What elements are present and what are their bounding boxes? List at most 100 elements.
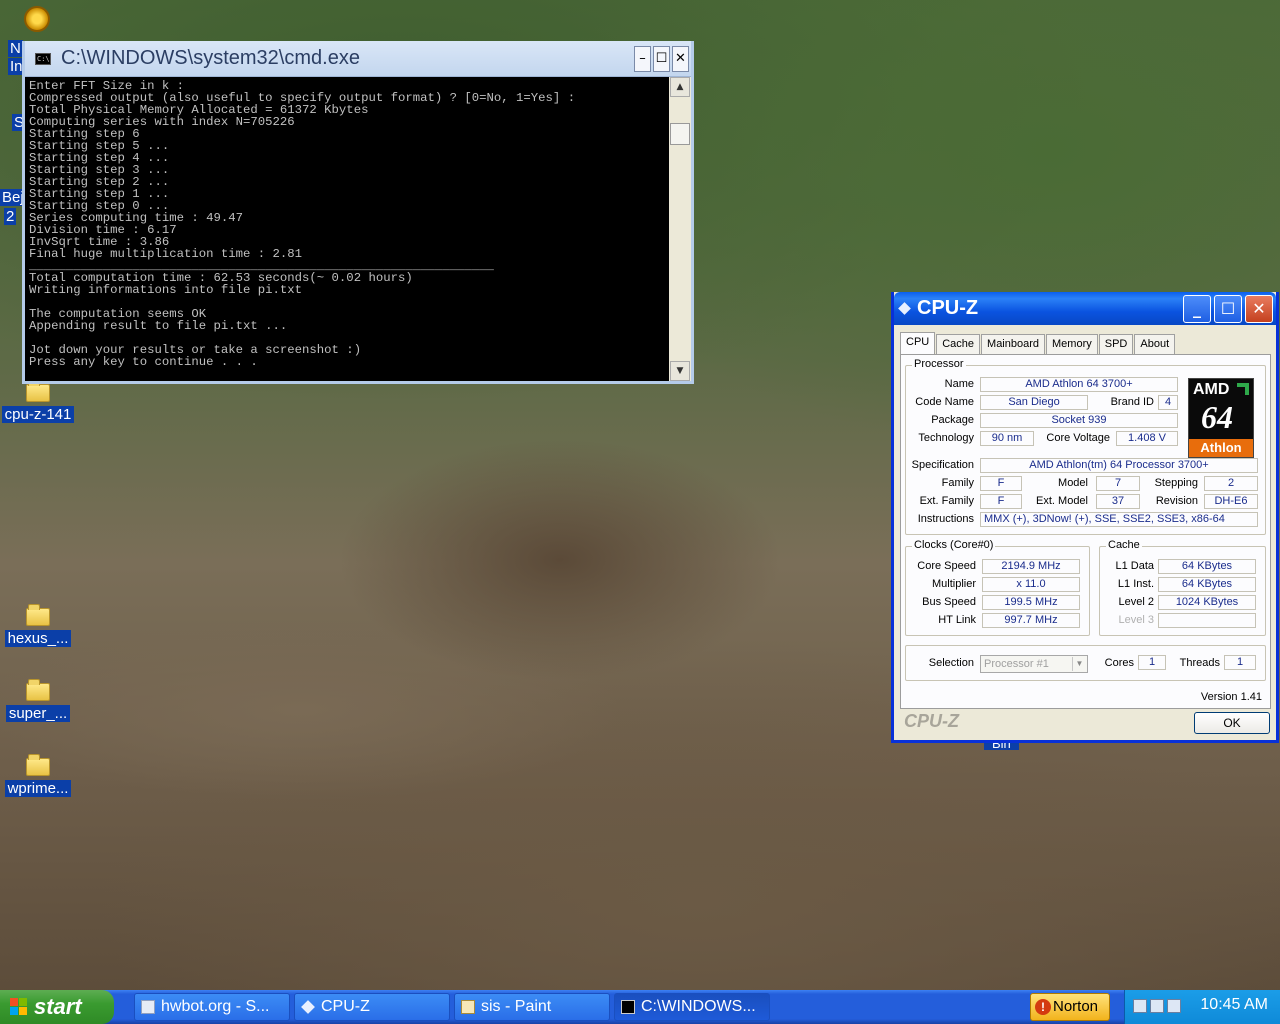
busspeed-label: Bus Speed [922,596,976,608]
console-line: Appending result to file pi.txt ... [29,319,288,333]
window-title: C:\WINDOWS\system32\cmd.exe [61,47,360,69]
cmd-icon[interactable]: C:\ [35,52,51,65]
extmodel-label: Ext. Model [1036,495,1088,507]
tab-mainboard[interactable]: Mainboard [981,334,1046,354]
cpuz-titlebar[interactable]: CPU-Z _ ☐ ✕ [894,292,1276,325]
selection-group: Selection Processor #1 ▼ Cores 1 Threads… [905,645,1266,681]
desktop-icon-super[interactable]: super_... [0,679,76,722]
browser-icon [141,1000,155,1014]
paint-icon [461,1000,475,1014]
cpuz-window: CPU-Z _ ☐ ✕ CPU Cache Mainboard Memory S… [891,292,1279,743]
threads-value: 1 [1224,655,1256,670]
instructions-label: Instructions [917,513,974,525]
extfamily-label: Ext. Family [919,495,974,507]
cmd-window: C:\ C:\WINDOWS\system32\cmd.exe – ☐ ✕ En… [22,41,694,384]
system-tray: 10:45 AM [1124,990,1280,1024]
taskbar-button-paint[interactable]: sis - Paint [454,993,610,1021]
scroll-thumb[interactable] [670,123,690,145]
tray-app-icon[interactable] [1167,999,1181,1013]
taskbar: start hwbot.org - S... CPU-Z sis - Paint… [0,990,1280,1024]
processor-group: Processor Name AMD Athlon 64 3700+ Code … [905,358,1266,535]
taskbar-button-hwbot[interactable]: hwbot.org - S... [134,993,290,1021]
norton-label: Norton [1053,998,1099,1015]
level2-value: 1024 KBytes [1158,595,1256,610]
instructions-value: MMX (+), 3DNow! (+), SSE, SSE2, SSE3, x8… [980,512,1258,527]
folder-icon [26,754,50,776]
desktop-icon-wprime[interactable]: wprime... [0,754,76,797]
cmd-titlebar[interactable]: C:\ C:\WINDOWS\system32\cmd.exe – ☐ ✕ [25,41,691,77]
cpuz-footer-brand: CPU-Z [904,711,959,731]
windows-logo-icon [10,998,28,1016]
vertical-scrollbar[interactable]: ▲ ▼ [669,77,691,381]
l1data-label: L1 Data [1115,560,1154,572]
specification-value: AMD Athlon(tm) 64 Processor 3700+ [980,458,1258,473]
desktop-icon-cpu-z[interactable]: cpu-z-141 [0,380,76,423]
codename-label: Code Name [915,396,974,408]
busspeed-value: 199.5 MHz [982,595,1080,610]
package-value: Socket 939 [980,413,1178,428]
processor-select[interactable]: Processor #1 ▼ [980,655,1088,673]
minimize-button[interactable]: _ [1183,294,1211,323]
cpuz-app-icon[interactable] [898,302,911,315]
technology-value: 90 nm [980,431,1034,446]
network-tray-icon[interactable] [1133,999,1147,1013]
logo-brand: AMD [1193,381,1230,398]
htlink-label: HT Link [938,614,976,626]
close-button[interactable]: ✕ [1245,294,1273,323]
maximize-button[interactable]: ☐ [653,45,670,72]
desktop-icon-label: hexus_... [4,630,72,647]
htlink-value: 997.7 MHz [982,613,1080,628]
desktop-icon-label: super_... [5,705,71,722]
norton-button[interactable]: ! Norton [1030,993,1110,1021]
tab-bar: CPU Cache Mainboard Memory SPD About [894,325,1276,354]
taskbar-button-label: sis - Paint [481,998,552,1015]
volume-icon[interactable] [1150,999,1164,1013]
console-output[interactable]: Enter FFT Size in k : Compressed output (… [25,77,669,381]
family-label: Family [941,477,974,489]
taskbar-button-cmd[interactable]: C:\WINDOWS... [614,993,770,1021]
scroll-up-arrow-icon[interactable]: ▲ [670,77,690,97]
tab-cpu[interactable]: CPU [900,332,936,354]
selection-label: Selection [928,657,974,669]
corespeed-label: Core Speed [917,560,976,572]
specification-label: Specification [911,459,974,471]
scroll-down-arrow-icon[interactable]: ▼ [670,361,690,381]
tab-spd[interactable]: SPD [1098,334,1134,354]
name-value: AMD Athlon 64 3700+ [980,377,1178,392]
desktop-icon-label-partial[interactable]: N [8,40,23,57]
l1data-value: 64 KBytes [1158,559,1256,574]
close-button[interactable]: ✕ [672,45,689,72]
amd-athlon64-logo: AMD 64 Athlon [1188,378,1254,458]
minimize-button[interactable]: – [634,45,651,72]
cpuz-icon [301,1000,315,1014]
start-label: start [34,994,82,1019]
tab-about[interactable]: About [1134,334,1176,354]
norton-alert-icon: ! [1035,999,1051,1015]
level3-value [1158,613,1256,628]
cpu-tab-panel: Processor Name AMD Athlon 64 3700+ Code … [900,354,1271,709]
taskbar-button-label: CPU-Z [321,998,370,1015]
model-value: 7 [1096,476,1140,491]
cmd-icon [621,1000,635,1014]
desktop-icon-label-partial[interactable]: 2 [4,208,17,225]
window-title: CPU-Z [917,297,979,319]
codename-value: San Diego [980,395,1088,410]
revision-label: Revision [1155,495,1198,507]
version-text: Version 1.41 [1200,691,1262,703]
start-button[interactable]: start [0,990,114,1024]
tab-cache[interactable]: Cache [936,334,981,354]
taskbar-button-cpuz[interactable]: CPU-Z [294,993,450,1021]
cores-label: Cores [1104,657,1134,669]
taskbar-button-label: hwbot.org - S... [161,998,270,1015]
maximize-button[interactable]: ☐ [1214,294,1242,323]
multiplier-label: Multiplier [931,578,976,590]
desktop-icon-hexus[interactable]: hexus_... [0,604,76,647]
network-icon[interactable] [24,6,50,32]
clock[interactable]: 10:45 AM [1200,996,1268,1014]
clocks-group: Clocks (Core#0) Core Speed 2194.9 MHz Mu… [905,539,1090,636]
chevron-down-icon[interactable]: ▼ [1072,657,1086,671]
cores-value: 1 [1138,655,1166,670]
ok-button[interactable]: OK [1194,712,1270,734]
desktop-icon-label: wprime... [4,780,72,797]
tab-memory[interactable]: Memory [1046,334,1098,354]
